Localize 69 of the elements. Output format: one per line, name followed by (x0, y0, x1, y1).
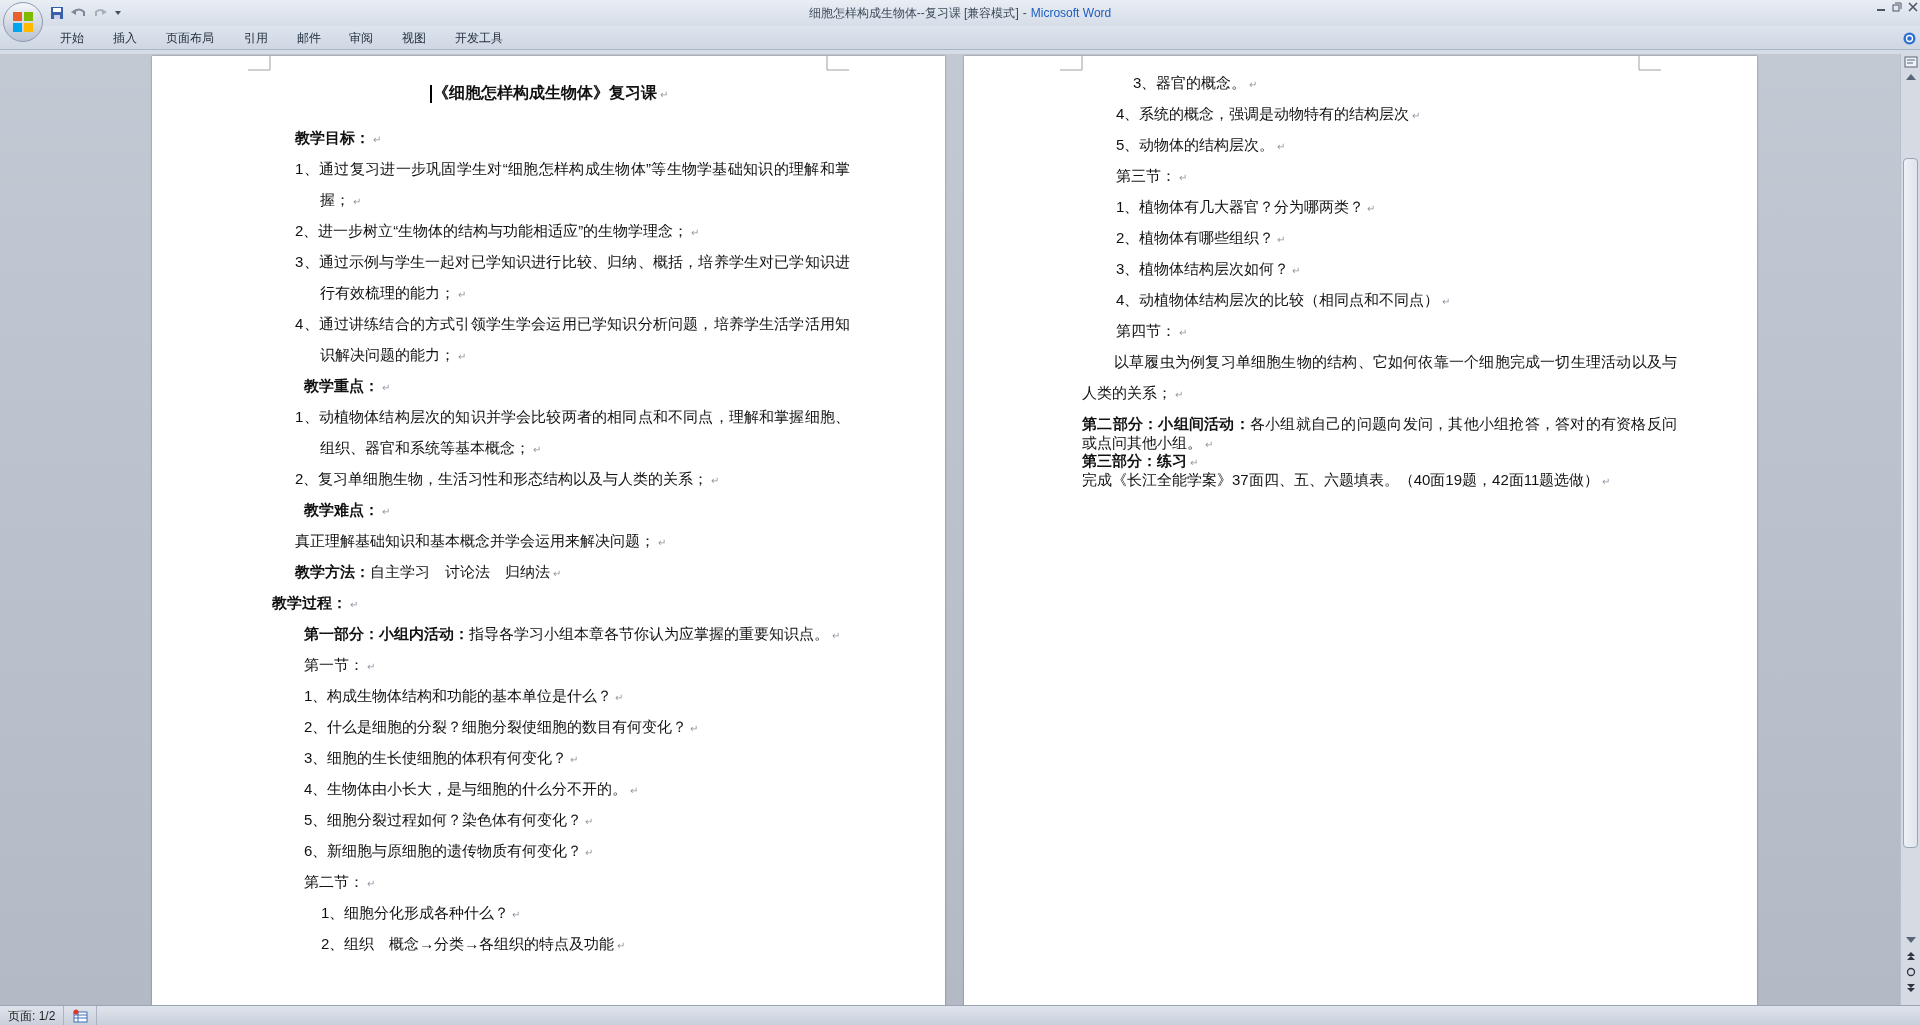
section-heading: 教学重点： ↵ (304, 377, 390, 394)
paragraph: 1、细胞分化形成各种什么？ ↵ (321, 904, 521, 921)
ribbon-tab[interactable]: 审阅 (343, 28, 379, 48)
paragraph: 4、通过讲练结合的方式引领学生学会运用已学知识分析问题，培养学生活学活用知识解决问题的能力； ↵ (295, 315, 850, 363)
ribbon-tab[interactable]: 插入 (107, 28, 143, 48)
section-heading: 教学目标： ↵ (295, 129, 381, 146)
vertical-scrollbar[interactable] (1900, 54, 1920, 1005)
scroll-up-icon[interactable] (1906, 74, 1916, 80)
paragraph: 1、通过复习进一步巩固学生对“细胞怎样构成生物体”等生物学基础知识的理解和掌握； ↵ (295, 160, 850, 208)
previous-page-icon[interactable] (1906, 951, 1916, 961)
help-icon[interactable] (1903, 32, 1916, 45)
paragraph: 4、生物体由小长大，是与细胞的什么分不开的。 ↵ (304, 780, 639, 797)
scrollbar-thumb[interactable] (1903, 158, 1918, 848)
scroll-down-icon[interactable] (1906, 937, 1916, 943)
paragraph: 3、通过示例与学生一起对已学知识进行比较、归纳、概括，培养学生对已学知识进行有效梳理的能力； ↵ (295, 253, 850, 301)
paragraph: 4、动植物体结构层次的比较（相同点和不同点） ↵ (1116, 291, 1451, 308)
document-title: 《细胞怎样构成生物体》复习课 ↵ (432, 84, 668, 101)
save-icon[interactable] (50, 6, 64, 20)
app-name: Microsoft Word (1030, 5, 1112, 22)
paragraph: 1、动植物体结构层次的知识并学会比较两者的相同点和不同点，理解和掌握细胞、组织、器官和系统等基本概念； ↵ (295, 408, 850, 456)
select-browse-icon[interactable] (1906, 967, 1916, 977)
paragraph: 第三部分：练习 ↵ (1082, 452, 1198, 469)
paragraph: 1、植物体有几大器官？分为哪两类？ ↵ (1116, 198, 1376, 215)
paragraph: 1、构成生物体结构和功能的基本单位是什么？ ↵ (304, 687, 624, 704)
ribbon-tab[interactable]: 邮件 (291, 28, 327, 48)
page-count[interactable]: 页面: 1/2 (0, 1005, 65, 1025)
paragraph: 教学方法：自主学习 讨论法 归纳法 ↵ (295, 563, 561, 580)
paragraph: 2、植物体有哪些组织？ ↵ (1116, 229, 1286, 246)
paragraph: 第四节： ↵ (1116, 322, 1187, 339)
office-logo-icon (12, 11, 34, 33)
close-icon[interactable] (1908, 2, 1918, 12)
next-page-icon[interactable] (1906, 983, 1916, 993)
ribbon-tab[interactable]: 页面布局 (160, 28, 220, 48)
paragraph: 2、复习单细胞生物，生活习性和形态结构以及与人类的关系； ↵ (295, 470, 720, 487)
paragraph: 5、细胞分裂过程如何？染色体有何变化？ ↵ (304, 811, 594, 828)
paragraph: 3、细胞的生长使细胞的体积有何变化？ ↵ (304, 749, 579, 766)
section-heading: 教学难点： ↵ (304, 501, 390, 518)
paragraph: 第二部分：小组间活动：各小组就自己的问题向发问，其他小组抢答，答对的有资格反问或点问其他小组。 ↵ (1082, 415, 1677, 451)
paragraph: 2、组织 概念→分类→各组织的特点及功能 ↵ (321, 935, 626, 952)
crop-mark-icon (248, 56, 271, 71)
ribbon-tab[interactable]: 开发工具 (449, 28, 509, 48)
section-heading: 教学过程： ↵ (272, 594, 358, 611)
dropdown-icon[interactable] (114, 9, 122, 17)
paragraph: 4、系统的概念，强调是动物特有的结构层次 ↵ (1116, 105, 1421, 122)
paragraph: 第二节： ↵ (304, 873, 375, 890)
window-title: 细胞怎样构成生物体--复习课 [兼容模式] (808, 5, 1019, 22)
paragraph: 完成《长江全能学案》37面四、五、六题填表。（40面19题，42面11题选做） ↵ (1082, 470, 1611, 488)
crop-mark-icon (1060, 56, 1083, 71)
paragraph: 3、植物体结构层次如何？ ↵ (1116, 260, 1301, 277)
crop-mark-icon (1638, 56, 1661, 71)
ruler-icon[interactable] (1904, 56, 1918, 68)
paragraph: 6、新细胞与原细胞的遗传物质有何变化？ ↵ (304, 842, 594, 859)
paragraph: 2、进一步树立“生物体的结构与功能相适应”的生物学理念； ↵ (295, 222, 700, 239)
title-separator: - (1022, 5, 1027, 22)
macro-record-icon[interactable] (72, 1008, 89, 1023)
restore-icon[interactable] (1892, 2, 1902, 12)
paragraph: 以草履虫为例复习单细胞生物的结构、它如何依靠一个细胞完成一切生理活动以及与人类的关系； ↵ (1082, 353, 1677, 401)
paragraph: 3、器官的概念。 ↵ (1133, 74, 1258, 91)
office-button[interactable] (3, 2, 43, 42)
paragraph: 2、什么是细胞的分裂？细胞分裂使细胞的数目有何变化？ ↵ (304, 718, 699, 735)
paragraph: 第三节： ↵ (1116, 167, 1187, 184)
ribbon-tab[interactable]: 引用 (238, 28, 274, 48)
crop-mark-icon (826, 56, 849, 71)
ribbon-tab[interactable]: 视图 (396, 28, 432, 48)
paragraph: 真正理解基础知识和基本概念并学会运用来解决问题； ↵ (295, 532, 666, 549)
ribbon-tab[interactable]: 开始 (54, 28, 90, 48)
paragraph: 第一节： ↵ (304, 656, 375, 673)
paragraph: 第一部分：小组内活动：指导各学习小组本章各节你认为应掌握的重要知识点。 ↵ (304, 625, 840, 642)
paragraph: 5、动物体的结构层次。 ↵ (1116, 136, 1286, 153)
